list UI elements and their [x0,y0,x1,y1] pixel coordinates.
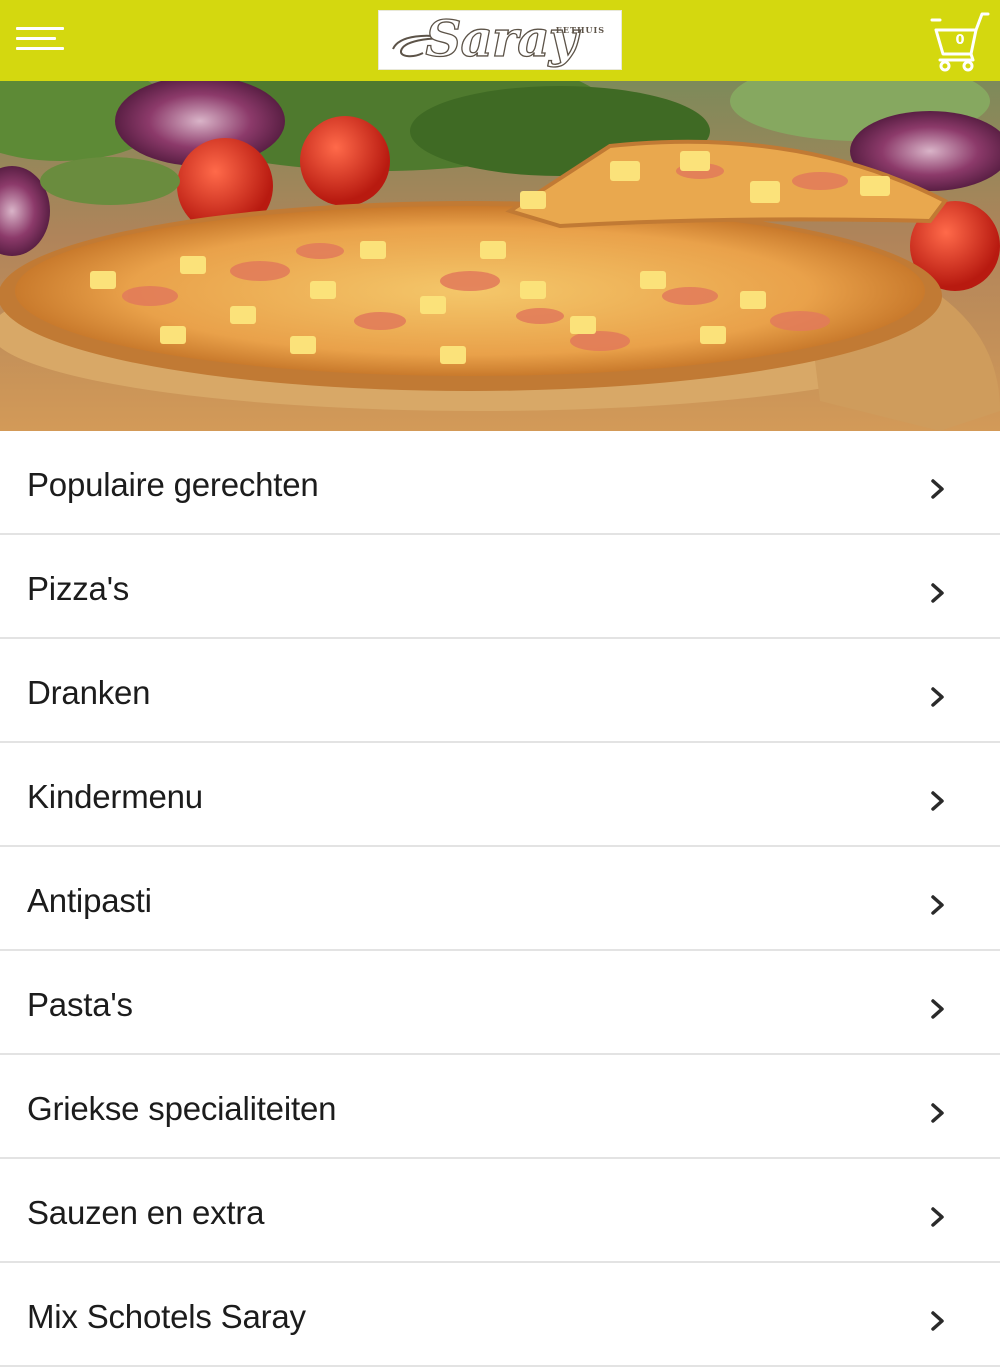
category-item-pastas[interactable]: Pasta's [0,951,1000,1055]
chevron-right-icon [931,687,944,707]
chevron-right-icon [931,999,944,1019]
category-label: Antipasti [27,882,152,919]
chevron-right-icon [931,791,944,811]
category-label: Populaire gerechten [27,466,319,503]
category-label: Dranken [27,674,151,711]
category-item-kindermenu[interactable]: Kindermenu [0,743,1000,847]
category-list: Populaire gerechten Pizza's Dranken Kind… [0,431,1000,1367]
category-item-dranken[interactable]: Dranken [0,639,1000,743]
hamburger-line [16,27,64,30]
category-label: Griekse specialiteiten [27,1090,337,1127]
brand-logo[interactable]: Saray EETHUIS [378,10,622,70]
chevron-right-icon [931,1311,944,1331]
hawaiian-pizza-illustration [0,81,1000,431]
hamburger-line [16,37,56,40]
category-label: Mix Schotels Saray [27,1298,306,1335]
category-label: Pasta's [27,986,133,1023]
category-item-antipasti[interactable]: Antipasti [0,847,1000,951]
category-item-pizzas[interactable]: Pizza's [0,535,1000,639]
chevron-right-icon [931,479,944,499]
category-label: Pizza's [27,570,130,607]
hamburger-menu-icon[interactable] [16,25,66,55]
category-item-populaire-gerechten[interactable]: Populaire gerechten [0,431,1000,535]
chevron-right-icon [931,583,944,603]
hamburger-line [16,47,64,50]
category-label: Kindermenu [27,778,203,815]
cart-count-badge: 0 [955,33,965,48]
chevron-right-icon [931,1103,944,1123]
hero-pizza-image [0,81,1000,431]
logo-tagline: EETHUIS [555,25,605,35]
shopping-cart-icon[interactable]: 0 [930,10,990,72]
chevron-right-icon [931,895,944,915]
category-item-griekse-specialiteiten[interactable]: Griekse specialiteiten [0,1055,1000,1159]
chevron-right-icon [931,1207,944,1227]
category-item-mix-schotels-saray[interactable]: Mix Schotels Saray [0,1263,1000,1367]
category-label: Sauzen en extra [27,1194,265,1231]
app-header: Saray EETHUIS 0 [0,0,1000,81]
category-item-sauzen-en-extra[interactable]: Sauzen en extra [0,1159,1000,1263]
logo-brand-text: Saray [425,10,579,69]
